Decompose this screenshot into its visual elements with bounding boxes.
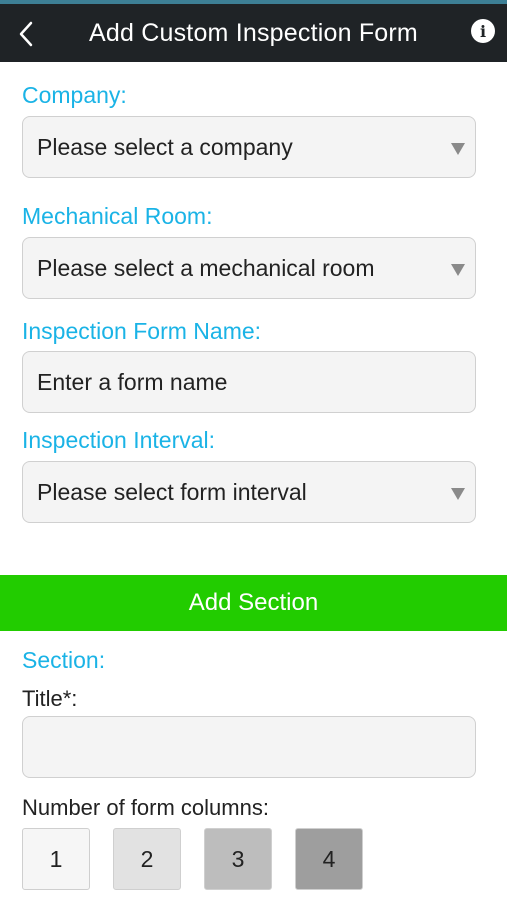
dropdown-arrow-icon xyxy=(451,488,465,500)
column-option-3[interactable]: 3 xyxy=(204,828,272,890)
section-title-field[interactable] xyxy=(22,716,476,778)
column-option-1[interactable]: 1 xyxy=(22,828,90,890)
section-title-label: Title*: xyxy=(22,686,78,711)
section-title-input[interactable] xyxy=(37,733,475,761)
header-bar: Add Custom Inspection Form i xyxy=(0,0,507,62)
info-icon: i xyxy=(479,21,487,41)
mechanical-room-label: Mechanical Room: xyxy=(22,203,213,229)
columns-label: Number of form columns: xyxy=(22,795,269,820)
company-select[interactable]: Please select a company xyxy=(22,116,476,178)
add-section-button[interactable]: Add Section xyxy=(0,575,507,631)
back-button[interactable] xyxy=(6,12,46,56)
section-heading: Section: xyxy=(22,647,106,673)
form-name-field[interactable] xyxy=(22,351,476,413)
form-name-label: Inspection Form Name: xyxy=(22,318,262,344)
form-name-input[interactable] xyxy=(37,368,475,396)
column-option-4[interactable]: 4 xyxy=(295,828,363,890)
company-select-value: Please select a company xyxy=(37,133,293,160)
interval-select-value: Please select form interval xyxy=(37,478,307,505)
page-title: Add Custom Inspection Form xyxy=(89,18,418,47)
info-button[interactable]: i xyxy=(471,19,495,43)
interval-select[interactable]: Please select form interval xyxy=(22,461,476,523)
company-label: Company: xyxy=(22,82,127,108)
dropdown-arrow-icon xyxy=(451,264,465,276)
chevron-left-icon xyxy=(19,21,33,47)
mechanical-room-select[interactable]: Please select a mechanical room xyxy=(22,237,476,299)
dropdown-arrow-icon xyxy=(451,143,465,155)
mechanical-room-select-value: Please select a mechanical room xyxy=(37,254,375,281)
column-option-2[interactable]: 2 xyxy=(113,828,181,890)
interval-label: Inspection Interval: xyxy=(22,427,216,453)
